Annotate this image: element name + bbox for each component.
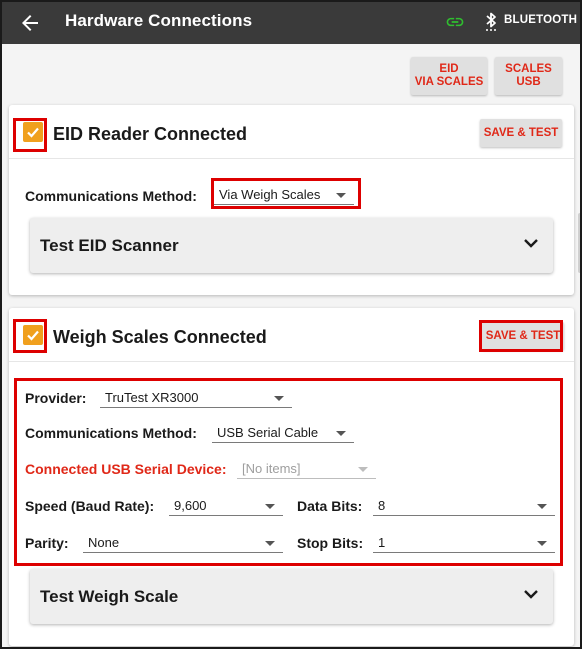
highlight-box bbox=[13, 118, 47, 152]
bluetooth-icon[interactable] bbox=[483, 10, 499, 34]
eid-via-scales-button[interactable]: EID VIA SCALES bbox=[411, 57, 487, 95]
highlight-box bbox=[479, 320, 563, 352]
scrollbar[interactable] bbox=[578, 213, 580, 273]
eid-comm-method-label: Communications Method: bbox=[25, 188, 197, 204]
highlight-box bbox=[14, 378, 563, 566]
weigh-scales-card: Weigh Scales Connected SAVE & TEST Provi… bbox=[9, 308, 574, 646]
test-eid-scanner-accordion[interactable]: Test EID Scanner bbox=[30, 218, 553, 273]
eid-reader-header: EID Reader Connected SAVE & TEST bbox=[9, 105, 574, 159]
eid-reader-title: EID Reader Connected bbox=[53, 124, 248, 144]
link-icon[interactable] bbox=[445, 12, 465, 32]
eid-save-test-button[interactable]: SAVE & TEST bbox=[480, 119, 562, 147]
connection-preset-buttons: EID VIA SCALES SCALES USB bbox=[411, 57, 562, 95]
chevron-down-icon bbox=[524, 239, 538, 248]
chevron-down-icon bbox=[524, 590, 538, 599]
weigh-scales-header: Weigh Scales Connected SAVE & TEST bbox=[9, 308, 574, 362]
highlight-box bbox=[211, 178, 361, 209]
app-window: Hardware Connections BLUETOOTH EID VIA SC… bbox=[0, 0, 582, 649]
bluetooth-label[interactable]: BLUETOOTH bbox=[504, 14, 577, 26]
page-title: Hardware Connections bbox=[65, 11, 253, 30]
test-weigh-scale-accordion[interactable]: Test Weigh Scale bbox=[30, 569, 553, 624]
weigh-scales-title: Weigh Scales Connected bbox=[53, 327, 267, 347]
app-bar: Hardware Connections BLUETOOTH bbox=[2, 2, 580, 44]
arrow-left-icon[interactable] bbox=[18, 11, 42, 35]
scales-usb-button[interactable]: SCALES USB bbox=[495, 57, 562, 95]
eid-reader-card: EID Reader Connected SAVE & TEST Communi… bbox=[9, 105, 574, 295]
highlight-box bbox=[13, 319, 47, 353]
